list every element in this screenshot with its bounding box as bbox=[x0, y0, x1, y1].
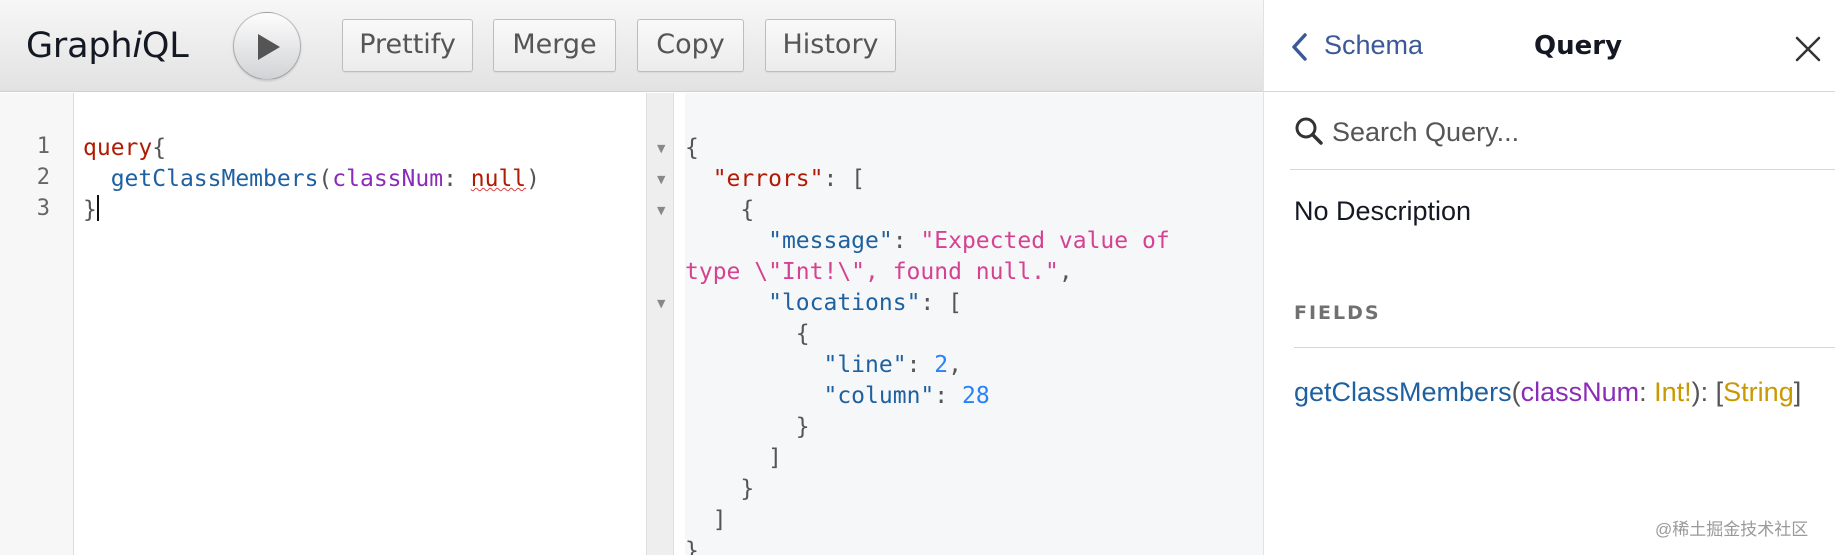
toolbar: GraphiQL Prettify Merge Copy History bbox=[0, 0, 1263, 92]
json-brace: { bbox=[740, 197, 755, 223]
json-line: type \"Int!\", found null.", bbox=[685, 257, 1073, 288]
json-key: "errors" bbox=[712, 166, 824, 192]
fold-arrow-icon[interactable]: ▼ bbox=[657, 142, 665, 155]
search-icon bbox=[1295, 117, 1323, 145]
json-key: "column" bbox=[823, 383, 935, 409]
fields-heading: FIELDS bbox=[1294, 302, 1381, 324]
json-punct: : bbox=[906, 352, 935, 378]
play-icon bbox=[258, 34, 280, 60]
json-line: ] bbox=[685, 443, 782, 474]
line-number: 3 bbox=[36, 196, 50, 221]
json-line: "line": 2, bbox=[685, 350, 962, 381]
colon: : bbox=[443, 166, 471, 192]
line-number: 1 bbox=[36, 134, 50, 159]
copy-button[interactable]: Copy bbox=[637, 19, 744, 72]
json-line: "errors": [ bbox=[685, 164, 865, 195]
json-line: } bbox=[685, 536, 699, 555]
editor-line-3[interactable]: } bbox=[83, 195, 99, 226]
field-entry: getClassMembers(classNum: Int!): [String… bbox=[1294, 377, 1801, 408]
return-type-link[interactable]: String bbox=[1723, 377, 1794, 407]
json-brace: } bbox=[795, 414, 810, 440]
json-line: ] bbox=[685, 505, 727, 536]
json-key: "locations" bbox=[768, 290, 921, 316]
paren-close: ): bbox=[1691, 377, 1716, 407]
prettify-button[interactable]: Prettify bbox=[342, 19, 473, 72]
open-brace: { bbox=[152, 135, 167, 161]
close-brace: } bbox=[83, 197, 97, 223]
docs-header: Schema Query bbox=[1264, 0, 1835, 92]
text-cursor bbox=[96, 195, 99, 221]
editor-line-2[interactable]: getClassMembers(classNum: null) bbox=[83, 164, 540, 195]
divider bbox=[1294, 347, 1835, 348]
json-punct: : bbox=[934, 383, 962, 409]
app-title: GraphiQL bbox=[26, 26, 189, 66]
field-name-link[interactable]: getClassMembers bbox=[1294, 377, 1512, 407]
json-punct: , bbox=[948, 352, 962, 378]
colon: : bbox=[1639, 377, 1655, 407]
json-line: "column": 28 bbox=[685, 381, 990, 412]
chevron-left-icon bbox=[1292, 33, 1307, 61]
json-punct: : bbox=[892, 228, 921, 254]
json-line: } bbox=[685, 412, 810, 443]
json-line: "locations": [ bbox=[685, 288, 962, 319]
json-string: type \"Int!\", found null." bbox=[685, 259, 1059, 285]
merge-button[interactable]: Merge bbox=[493, 19, 616, 72]
history-button[interactable]: History bbox=[765, 19, 896, 72]
argument-value-error: null bbox=[470, 166, 527, 192]
search-input[interactable] bbox=[1332, 112, 1812, 152]
close-icon[interactable] bbox=[1795, 36, 1821, 62]
field-name: getClassMembers bbox=[110, 166, 319, 192]
json-key: "message" bbox=[768, 228, 893, 254]
json-bracket: ] bbox=[712, 507, 727, 533]
json-line: } bbox=[685, 474, 754, 505]
docs-title: Query bbox=[1534, 31, 1623, 61]
docs-explorer: Schema Query No Description FIELDS getCl… bbox=[1263, 0, 1835, 555]
paren-close: ) bbox=[526, 166, 541, 192]
docs-search bbox=[1290, 100, 1835, 170]
json-brace: { bbox=[795, 321, 810, 347]
json-brace: { bbox=[685, 135, 699, 161]
fold-arrow-icon[interactable]: ▼ bbox=[657, 297, 665, 310]
argument-type-link[interactable]: Int! bbox=[1654, 377, 1692, 407]
json-brace: } bbox=[685, 538, 699, 555]
type-description: No Description bbox=[1294, 196, 1472, 226]
paren-open: ( bbox=[1511, 377, 1521, 407]
json-punct: : [ bbox=[920, 290, 962, 316]
json-bracket: ] bbox=[768, 445, 782, 471]
editor-line-1[interactable]: query{ bbox=[83, 133, 166, 164]
fold-arrow-icon[interactable]: ▼ bbox=[657, 204, 665, 217]
json-line: { bbox=[685, 195, 754, 226]
execute-query-button[interactable] bbox=[233, 12, 301, 80]
json-punct: , bbox=[1058, 259, 1073, 285]
bracket-close: ] bbox=[1793, 377, 1802, 407]
json-number: 28 bbox=[961, 383, 990, 409]
json-punct: : [ bbox=[823, 166, 866, 192]
json-string: "Expected value of bbox=[920, 228, 1170, 254]
paren-open: ( bbox=[318, 166, 333, 192]
json-brace: } bbox=[740, 476, 755, 502]
fold-arrow-icon[interactable]: ▼ bbox=[657, 173, 665, 186]
query-keyword: query bbox=[83, 135, 153, 161]
watermark: @稀土掘金技术社区 bbox=[1655, 520, 1809, 539]
field-argument: classNum bbox=[1520, 377, 1640, 407]
line-number: 2 bbox=[36, 165, 50, 190]
pane-divider[interactable] bbox=[646, 93, 674, 555]
back-label: Schema bbox=[1324, 30, 1424, 60]
editor-gutter bbox=[0, 93, 74, 555]
argument-name: classNum bbox=[332, 166, 444, 192]
json-key: "line" bbox=[823, 352, 907, 378]
json-number: 2 bbox=[934, 352, 949, 378]
json-line: "message": "Expected value of bbox=[685, 226, 1170, 257]
json-line: { bbox=[685, 319, 810, 350]
